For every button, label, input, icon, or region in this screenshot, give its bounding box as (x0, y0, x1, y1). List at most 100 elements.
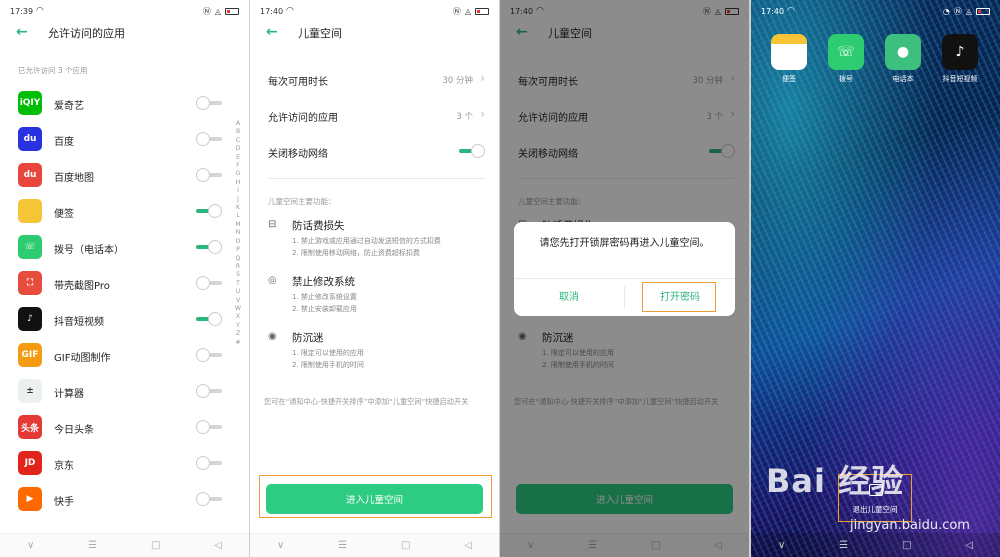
app-toggle[interactable] (196, 348, 222, 362)
alpha-letter[interactable]: J (234, 196, 242, 204)
app-icon: du (18, 127, 42, 151)
wifi-icon: ◠ (787, 6, 795, 16)
home-app-icon[interactable]: ☏ (828, 34, 864, 70)
alpha-letter[interactable]: D (234, 145, 242, 153)
nav-menu-icon[interactable]: ∨ (277, 540, 284, 551)
alphabet-index[interactable]: A B C D E F G H I J K L M N O P Q R S T U V W X Y Z # (234, 120, 242, 347)
nav-back-icon[interactable]: ◁ (214, 540, 222, 551)
alpha-letter[interactable]: Q (234, 255, 242, 263)
alpha-letter[interactable]: C (234, 137, 242, 145)
app-toggle[interactable] (196, 276, 222, 290)
message-icon: ⊟ (268, 219, 277, 230)
alpha-letter[interactable]: U (234, 288, 242, 296)
app-icon: iQIY (18, 91, 42, 115)
settings-label: 每次可用时长 (268, 77, 328, 88)
mobile-network-toggle[interactable] (459, 144, 485, 158)
app-label: 拨号（电话本） (54, 245, 124, 256)
app-toggle[interactable] (196, 240, 222, 254)
status-time: 17:39 (10, 7, 34, 16)
app-row[interactable]: ♪ 抖音短视频 (18, 304, 228, 334)
header: ← 儿童空间 (250, 22, 499, 44)
app-row[interactable]: ☏ 拨号（电话本） (18, 232, 228, 262)
alpha-letter[interactable]: P (234, 246, 242, 254)
nav-menu-icon[interactable]: ∨ (27, 540, 34, 551)
alpha-letter[interactable]: S (234, 271, 242, 279)
alpha-letter[interactable]: K (234, 204, 242, 212)
back-arrow-icon[interactable]: ← (16, 24, 28, 40)
app-toggle[interactable] (196, 132, 222, 146)
nav-back-icon[interactable]: ◁ (464, 540, 472, 551)
app-icon: ± (18, 379, 42, 403)
alpha-letter[interactable]: G (234, 170, 242, 178)
app-row[interactable]: ⛶ 带壳截图Pro (18, 268, 228, 298)
allowed-count-label: 已允许访问 3 个应用 (18, 66, 88, 75)
signal-icon: ◬ (464, 7, 471, 16)
nav-home-icon[interactable]: □ (401, 540, 410, 551)
nav-back-icon[interactable]: ◁ (965, 540, 973, 551)
back-arrow-icon[interactable]: ← (266, 24, 278, 40)
nav-recent-icon[interactable]: ☰ (839, 540, 848, 551)
alpha-letter[interactable]: E (234, 154, 242, 162)
alpha-letter[interactable]: H (234, 179, 242, 187)
alpha-letter[interactable]: T (234, 280, 242, 288)
settings-row[interactable]: 允许访问的应用 3 个 › (268, 100, 485, 130)
alpha-letter[interactable]: L (234, 212, 242, 220)
app-label: GIF动图制作 (54, 353, 111, 364)
app-row[interactable]: ▶ 快手 (18, 484, 228, 514)
app-toggle[interactable] (196, 492, 222, 506)
alpha-letter[interactable]: O (234, 238, 242, 246)
app-toggle[interactable] (196, 420, 222, 434)
alpha-letter[interactable]: M (234, 221, 242, 229)
app-row[interactable]: 头条 今日头条 (18, 412, 228, 442)
alpha-letter[interactable]: F (234, 162, 242, 170)
app-row[interactable]: GIF GIF动图制作 (18, 340, 228, 370)
baidu-watermark: Bai 经验 (766, 462, 905, 500)
app-icon: 头条 (18, 415, 42, 439)
nav-recent-icon[interactable]: ☰ (338, 540, 347, 551)
settings-row[interactable]: 关闭移动网络 (268, 136, 485, 166)
alpha-letter[interactable]: A (234, 120, 242, 128)
alpha-letter[interactable]: X (234, 313, 242, 321)
app-toggle[interactable] (196, 204, 222, 218)
app-row[interactable]: du 百度 (18, 124, 228, 154)
nav-home-icon[interactable]: □ (151, 540, 160, 551)
app-row[interactable]: iQIY 爱奇艺 (18, 88, 228, 118)
alpha-letter[interactable]: Z (234, 330, 242, 338)
signal-icon: ◬ (965, 7, 972, 16)
nav-bar: ∨ ☰ □ ◁ (0, 533, 249, 557)
alpha-letter[interactable]: # (234, 339, 242, 347)
app-icon: du (18, 163, 42, 187)
feature-desc: 1. 禁止修改系统设置 (292, 293, 357, 301)
app-toggle[interactable] (196, 96, 222, 110)
alpha-letter[interactable]: V (234, 297, 242, 305)
alpha-letter[interactable]: I (234, 187, 242, 195)
settings-row[interactable]: 每次可用时长 30 分钟 › (268, 64, 485, 94)
alpha-letter[interactable]: R (234, 263, 242, 271)
alpha-letter[interactable]: B (234, 128, 242, 136)
app-toggle[interactable] (196, 168, 222, 182)
alpha-letter[interactable]: N (234, 229, 242, 237)
feature-title: 防沉迷 (292, 332, 324, 344)
settings-value: 3 个 (456, 112, 473, 122)
app-row[interactable]: JD 京东 (18, 448, 228, 478)
nav-recent-icon[interactable]: ☰ (88, 540, 97, 551)
alpha-letter[interactable]: Y (234, 322, 242, 330)
nav-menu-icon[interactable]: ∨ (778, 540, 785, 551)
home-app-icon[interactable]: ♪ (942, 34, 978, 70)
settings-label: 关闭移动网络 (268, 149, 328, 160)
nfc-icon: Ⓝ (202, 7, 211, 16)
app-row[interactable]: du 百度地图 (18, 160, 228, 190)
cancel-button[interactable]: 取消 (514, 288, 624, 303)
status-time: 17:40 (260, 7, 284, 16)
nav-home-icon[interactable]: □ (902, 540, 911, 551)
app-row[interactable]: ± 计算器 (18, 376, 228, 406)
app-row[interactable]: 便签 (18, 196, 228, 226)
app-toggle[interactable] (196, 384, 222, 398)
home-app-icon[interactable]: ● (885, 34, 921, 70)
app-toggle[interactable] (196, 312, 222, 326)
home-app-icon[interactable] (771, 34, 807, 70)
app-toggle[interactable] (196, 456, 222, 470)
alpha-letter[interactable]: W (234, 305, 242, 313)
panel-kids-space: 17:40 ◠ Ⓝ ◬ ← 儿童空间 每次可用时长 30 分钟 › 允许访问的应用 3 … (250, 0, 499, 557)
nfc-icon: Ⓝ (953, 7, 962, 16)
